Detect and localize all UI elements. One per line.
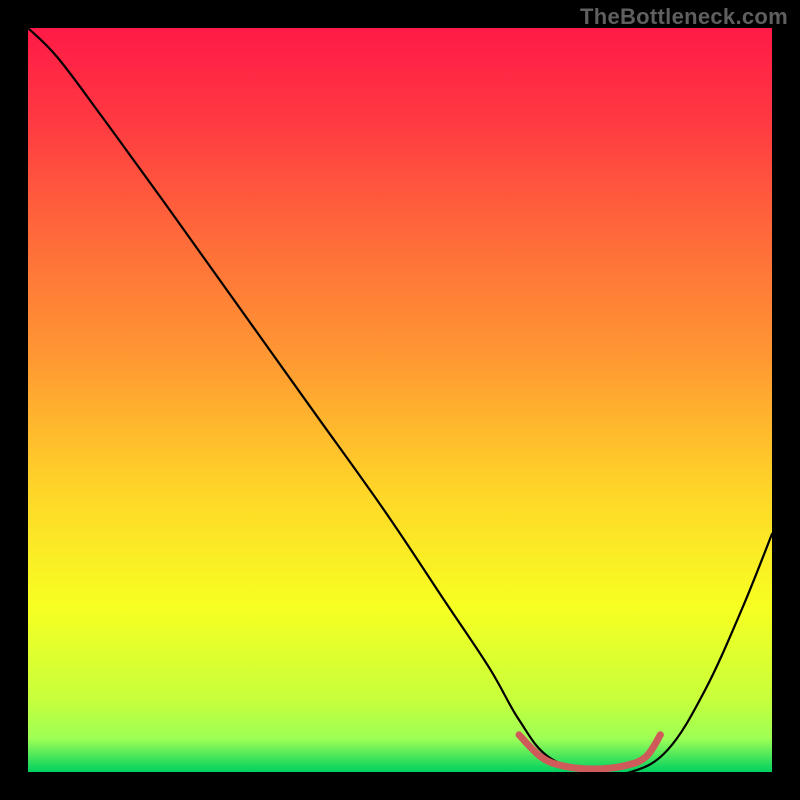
gradient-background [28, 28, 772, 772]
plot-svg [28, 28, 772, 772]
plot-area [28, 28, 772, 772]
chart-frame: TheBottleneck.com [0, 0, 800, 800]
watermark-text: TheBottleneck.com [580, 4, 788, 30]
